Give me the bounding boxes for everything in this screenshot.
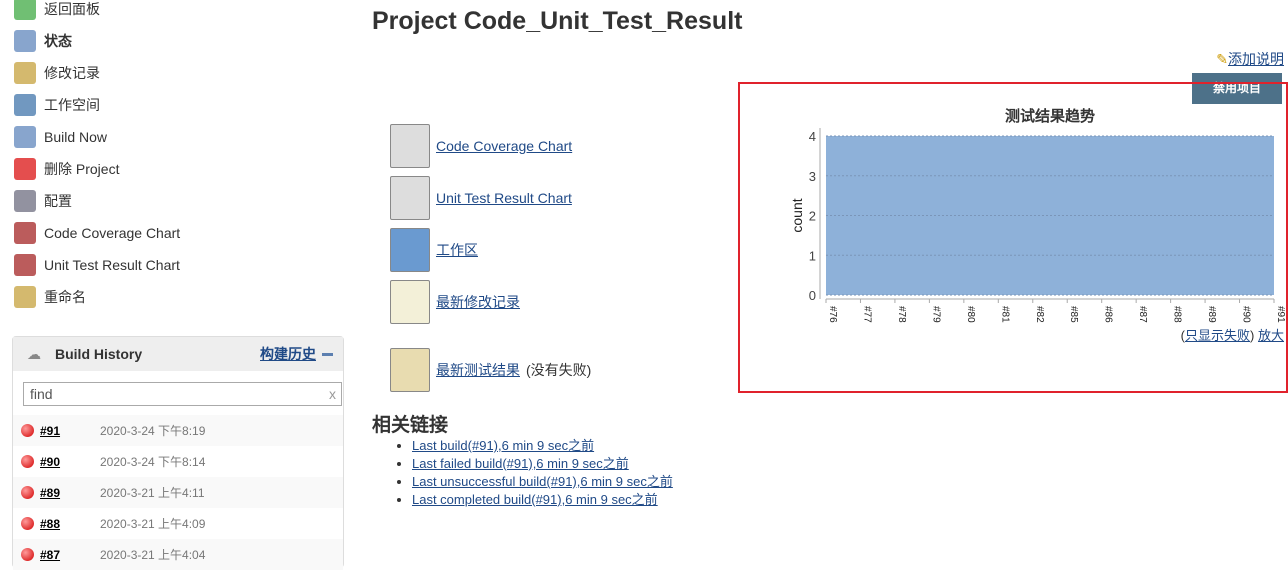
notepad-icon [14,62,36,84]
red-ball-icon [21,486,34,499]
sidebar-item[interactable]: 状态 [14,27,72,55]
build-history-panel: ☁ Build History 构建历史 find x #91 2020-3-24 下午… [12,336,344,570]
chart-icon [390,176,430,220]
build-date: 2020-3-24 下午8:19 [100,424,206,438]
main-link[interactable]: Unit Test Result Chart [390,176,572,220]
build-row: #90 2020-3-24 下午8:14 [13,446,343,477]
x-tick-label: #87 [1137,306,1148,323]
build-date: 2020-3-21 上午4:04 [100,548,206,562]
build-link[interactable]: #88 [40,517,100,531]
y-tick-label: 0 [809,288,816,303]
chart-icon [390,124,430,168]
collapse-icon[interactable] [322,352,333,356]
sidebar-item[interactable]: Unit Test Result Chart [14,251,180,279]
up-arrow-icon [14,0,36,20]
sidebar-item[interactable]: Build Now [14,123,107,151]
gear-icon [14,190,36,212]
x-tick-label: #77 [861,306,872,323]
clear-search-button[interactable]: x [329,383,336,405]
build-date: 2020-3-21 上午4:09 [100,517,206,531]
main-link[interactable]: 最新修改记录 [390,280,520,324]
build-link[interactable]: #87 [40,548,100,562]
latest-test-link[interactable]: 最新测试结果 [436,360,520,380]
test-trend-chart: 测试结果趋势 0 1 2 3 4 #76 #77 #78 #79 #80 #81 #82 #85 #86 #8… [789,107,1285,323]
main-link[interactable]: 工作区 [390,228,478,272]
cloud-icon: ☁ [27,345,41,362]
x-tick-label: #79 [930,306,941,323]
sidebar-item[interactable]: Code Coverage Chart [14,219,180,247]
red-ball-icon [21,548,34,561]
y-axis-label: count [789,198,805,232]
build-row: #89 2020-3-21 上午4:11 [13,477,343,508]
add-description-link[interactable]: 添加说明 [1228,51,1284,67]
red-ball-icon [21,424,34,437]
related-link-item: Last completed build(#91),6 min 9 sec之前 [412,491,673,509]
main-link[interactable]: Code Coverage Chart [390,124,572,168]
notepad-icon [390,280,430,324]
chart-icon [14,222,36,244]
x-tick-label: #88 [1172,306,1183,323]
related-link-item: Last failed build(#91),6 min 9 sec之前 [412,455,673,473]
red-ball-icon [21,455,34,468]
sidebar-item[interactable]: 修改记录 [14,59,100,87]
red-ball-icon [21,517,34,530]
build-search-input[interactable]: find x [23,382,342,406]
folder-icon [14,94,36,116]
failures-only-link[interactable]: 只显示失败 [1185,328,1250,343]
folder-icon [390,228,430,272]
sidebar-item[interactable]: 返回面板 [14,0,100,23]
sidebar-item[interactable]: 配置 [14,187,72,215]
build-row: #91 2020-3-24 下午8:19 [13,415,343,446]
notepad-icon [14,286,36,308]
x-tick-label: #80 [965,306,976,323]
build-date: 2020-3-24 下午8:14 [100,455,206,469]
sidebar-item[interactable]: 重命名 [14,283,86,311]
edit-icon: ✎ [1216,51,1228,67]
clipboard-icon [390,348,430,392]
build-link[interactable]: #89 [40,486,100,500]
y-tick-label: 2 [809,209,816,224]
search-icon [14,30,36,52]
y-tick-label: 3 [809,169,816,184]
build-history-title: Build History [55,346,143,362]
build-row: #88 2020-3-21 上午4:09 [13,508,343,539]
enlarge-link[interactable]: 放大 [1258,328,1284,343]
no-failure-text: (没有失败) [526,362,592,378]
x-tick-label: #89 [1206,306,1217,323]
sidebar-item[interactable]: 工作空间 [14,91,100,119]
x-tick-label: #78 [896,306,907,323]
x-tick-label: #76 [827,306,838,323]
build-link[interactable]: #90 [40,455,100,469]
x-tick-label: #82 [1034,306,1045,323]
build-link[interactable]: #91 [40,424,100,438]
related-links-title: 相关链接 [372,415,449,436]
related-link-item: Last unsuccessful build(#91),6 min 9 sec… [412,473,673,491]
y-tick-label: 4 [809,129,816,144]
related-link-item: Last build(#91),6 min 9 sec之前 [412,437,673,455]
x-tick-label: #85 [1068,306,1079,323]
x-tick-label: #86 [1103,306,1114,323]
no-icon [14,158,36,180]
build-row: #87 2020-3-21 上午4:04 [13,539,343,570]
x-tick-label: #81 [999,306,1010,323]
x-tick-label: #91 [1275,306,1285,323]
clock-icon [14,126,36,148]
latest-test-result: 最新测试结果 (没有失败) [390,348,591,392]
chart-title: 测试结果趋势 [1005,107,1095,125]
trend-link[interactable]: 构建历史 [260,344,316,364]
y-tick-label: 1 [809,248,816,263]
sidebar-item[interactable]: 删除 Project [14,155,119,183]
chart-icon [14,254,36,276]
build-date: 2020-3-21 上午4:11 [100,486,205,500]
page-title: Project Code_Unit_Test_Result [372,7,743,35]
x-tick-label: #90 [1241,306,1252,323]
